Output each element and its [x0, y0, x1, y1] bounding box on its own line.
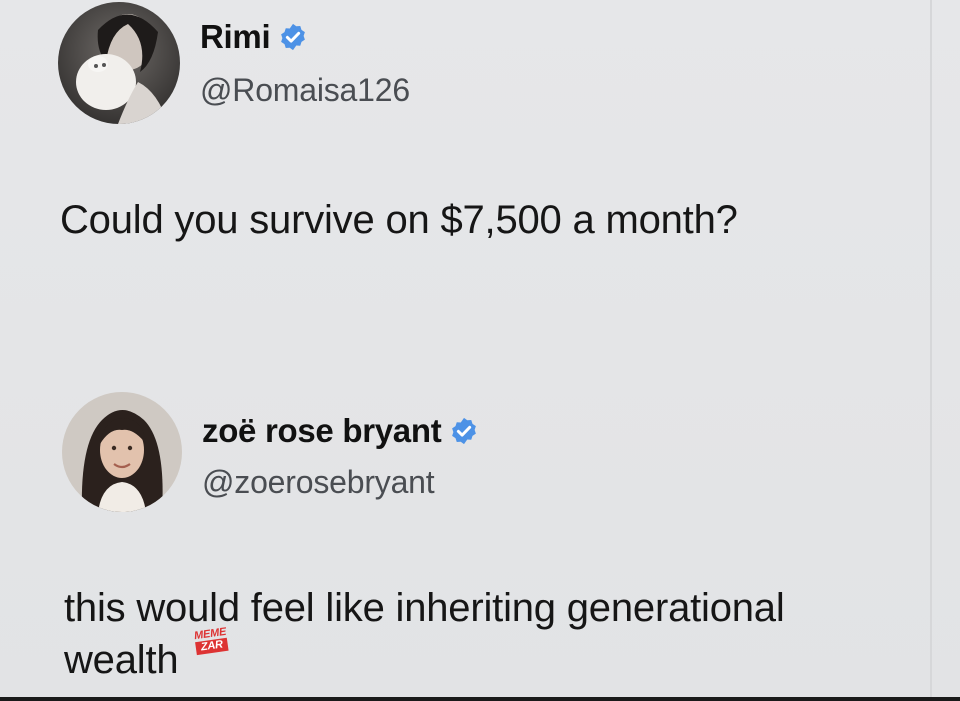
memezar-watermark: MEME ZAR [194, 626, 230, 656]
user-name-row: zoë rose bryant [202, 412, 479, 450]
user-name-row: Rimi [200, 18, 308, 56]
avatar-zoe[interactable] [62, 392, 182, 512]
tweet-text: Could you survive on $7,500 a month? [60, 194, 920, 246]
avatar-image [58, 2, 180, 124]
tweet-text-line: Could you survive on $7,500 a month? [60, 198, 738, 242]
verified-badge-icon [452, 417, 477, 445]
card-edge [930, 0, 932, 701]
avatar-image [62, 392, 182, 512]
bottom-border [0, 697, 960, 701]
tweet-text-line-2: wealth MEME ZAR [64, 626, 924, 686]
verified-badge-icon [281, 23, 306, 51]
tweet-text-line-1: this would feel like inheriting generati… [64, 586, 785, 630]
display-name[interactable]: Rimi [200, 18, 271, 56]
screenshot: Rimi @Romaisa126 Could you survive on $7… [0, 0, 960, 701]
user-handle[interactable]: @zoerosebryant [202, 464, 435, 501]
tweet-text-line-2-text: wealth [64, 638, 179, 682]
user-handle[interactable]: @Romaisa126 [200, 72, 410, 109]
tweet-text: this would feel like inheriting generati… [64, 582, 924, 686]
avatar-rimi[interactable] [58, 2, 180, 124]
watermark-bottom: ZAR [195, 637, 230, 656]
display-name[interactable]: zoë rose bryant [202, 412, 442, 450]
